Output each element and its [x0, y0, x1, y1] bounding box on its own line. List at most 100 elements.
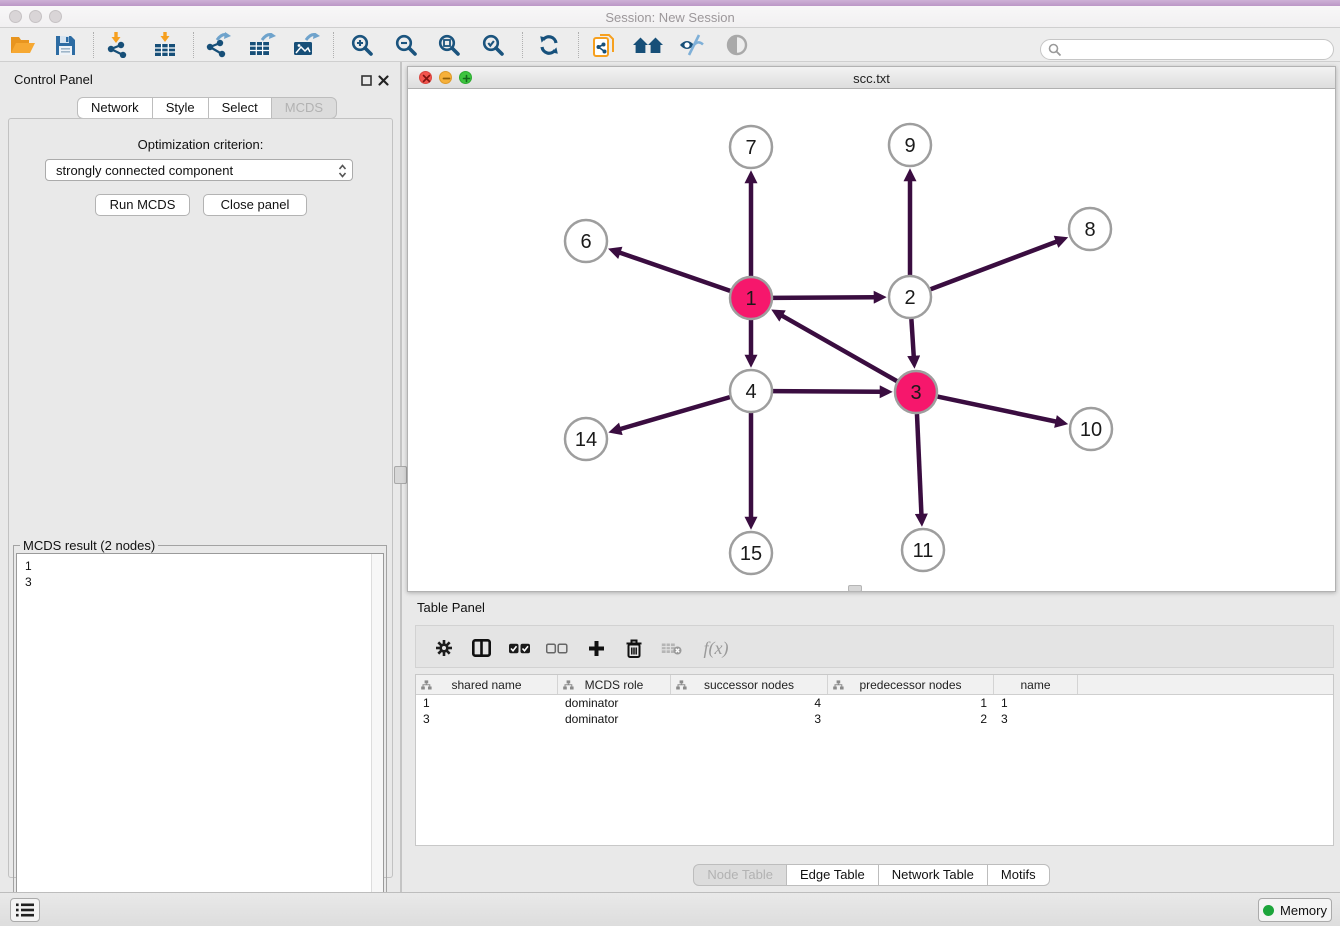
table-row[interactable]: 3dominator323: [416, 711, 1333, 727]
gear-icon: [435, 639, 453, 657]
vertical-splitter-handle[interactable]: [394, 466, 407, 484]
tab-motifs[interactable]: Motifs: [988, 864, 1050, 886]
task-history-button[interactable]: [10, 898, 40, 922]
table-cell: 1: [994, 695, 1078, 711]
clone-network-button[interactable]: [586, 31, 622, 59]
run-mcds-button[interactable]: Run MCDS: [95, 194, 190, 216]
tab-network-table[interactable]: Network Table: [879, 864, 988, 886]
column-header-MCDS-role[interactable]: MCDS role: [558, 675, 671, 694]
tree-icon: [676, 680, 687, 690]
zoom-selected-icon: [481, 33, 505, 57]
tab-edge-table[interactable]: Edge Table: [787, 864, 879, 886]
tab-network[interactable]: Network: [77, 97, 153, 119]
network-canvas[interactable]: 1234678910111415: [408, 89, 1335, 591]
graph-edge-3-11[interactable]: [917, 414, 921, 515]
table-header-row: shared nameMCDS rolesuccessor nodesprede…: [416, 675, 1333, 695]
column-header-predecessor-nodes[interactable]: predecessor nodes: [828, 675, 994, 694]
graph-edge-3-10[interactable]: [938, 397, 1057, 422]
main-titlebar: Session: New Session: [0, 6, 1340, 28]
node-table: shared nameMCDS rolesuccessor nodesprede…: [415, 674, 1334, 846]
graph-edge-4-3[interactable]: [773, 391, 881, 392]
memory-status-dot: [1263, 905, 1274, 916]
first-neighbors-button[interactable]: [630, 31, 666, 59]
delete-table-icon: [661, 641, 682, 655]
mcds-result-textarea[interactable]: 1 3: [16, 553, 384, 922]
graph-edge-1-6[interactable]: [619, 252, 730, 290]
application-window: Session: New Session: [0, 0, 1340, 926]
horizontal-splitter-handle[interactable]: [848, 585, 862, 592]
open-session-button[interactable]: [5, 31, 41, 59]
table-settings-button[interactable]: [428, 634, 460, 662]
session-title: Session: New Session: [0, 10, 1340, 25]
import-network-button[interactable]: [100, 31, 136, 59]
table-cell: dominator: [558, 695, 671, 711]
zoom-in-button[interactable]: [344, 31, 380, 59]
export-network-button[interactable]: [200, 31, 236, 59]
column-header-successor-nodes[interactable]: successor nodes: [671, 675, 828, 694]
toolbar-separator: [522, 32, 523, 58]
delete-table-button: [655, 634, 687, 662]
graph-node-label: 14: [575, 429, 597, 451]
zoom-out-button[interactable]: [388, 31, 424, 59]
zoom-fit-button[interactable]: [431, 31, 467, 59]
graph-edge-2-3[interactable]: [911, 319, 913, 357]
add-column-button[interactable]: [580, 634, 612, 662]
export-image-button[interactable]: [288, 31, 324, 59]
deselect-all-button[interactable]: [541, 634, 573, 662]
status-bar: Memory: [0, 892, 1340, 926]
graph-edge-4-14[interactable]: [620, 397, 730, 429]
optimization-criterion-dropdown[interactable]: strongly connected component: [45, 159, 353, 181]
unchecked-boxes-icon: [546, 643, 568, 654]
close-panel-button[interactable]: Close panel: [203, 194, 307, 216]
table-cell: 3: [994, 711, 1078, 727]
apply-layout-button[interactable]: [531, 31, 567, 59]
table-row[interactable]: 1dominator411: [416, 695, 1333, 711]
tab-node-table[interactable]: Node Table: [693, 864, 787, 886]
save-session-button[interactable]: [47, 31, 83, 59]
graph-edge-2-8[interactable]: [931, 241, 1058, 289]
table-toolbar: f(x): [415, 625, 1334, 668]
zoom-selected-button[interactable]: [475, 31, 511, 59]
graph-node-label: 15: [740, 543, 762, 565]
table-cell: 3: [416, 711, 558, 727]
network-view-window: scc.txt 1234678910111415: [407, 66, 1336, 592]
toolbar-separator: [578, 32, 579, 58]
control-panel: Control Panel Network Style Select MCDS …: [0, 62, 400, 888]
toolbar-separator: [193, 32, 194, 58]
graph-node-label: 9: [904, 135, 915, 157]
search-input[interactable]: [1067, 41, 1327, 58]
column-header-filler: [1078, 675, 1333, 694]
hide-details-button[interactable]: [674, 31, 710, 59]
column-header-shared-name[interactable]: shared name: [416, 675, 558, 694]
optimization-criterion-label: Optimization criterion:: [9, 137, 392, 152]
graph-node-label: 7: [745, 137, 756, 159]
graph-node-label: 2: [904, 287, 915, 309]
graph-edge-1-2[interactable]: [773, 297, 875, 298]
table-tabs: Node Table Edge Table Network Table Moti…: [407, 864, 1336, 886]
memory-button[interactable]: Memory: [1258, 898, 1332, 922]
import-table-button[interactable]: [147, 31, 183, 59]
graph-node-label: 3: [910, 382, 921, 404]
graph-node-label: 4: [745, 381, 756, 403]
table-cell: 3: [671, 711, 828, 727]
network-window-titlebar[interactable]: scc.txt: [408, 67, 1335, 89]
control-panel-tabs: Network Style Select MCDS: [77, 97, 337, 119]
mcds-result-groupbox: MCDS result (2 nodes) 1 3: [13, 545, 387, 925]
checked-boxes-icon: [509, 643, 531, 654]
close-panel-icon[interactable]: [378, 73, 389, 84]
export-table-button[interactable]: [244, 31, 280, 59]
select-all-button[interactable]: [504, 634, 536, 662]
result-scrollbar[interactable]: [371, 554, 383, 921]
graph-edge-3-1[interactable]: [781, 315, 896, 381]
tab-mcds[interactable]: MCDS: [272, 97, 337, 119]
table-cell: 1: [416, 695, 558, 711]
fx-label: f(x): [704, 638, 729, 659]
delete-column-button[interactable]: [618, 634, 650, 662]
split-columns-button[interactable]: [465, 634, 497, 662]
column-header-name[interactable]: name: [994, 675, 1078, 694]
tab-select[interactable]: Select: [209, 97, 272, 119]
float-panel-icon[interactable]: [361, 73, 372, 84]
tab-style[interactable]: Style: [153, 97, 209, 119]
table-panel-title: Table Panel: [417, 600, 485, 615]
plus-icon: [588, 640, 605, 657]
